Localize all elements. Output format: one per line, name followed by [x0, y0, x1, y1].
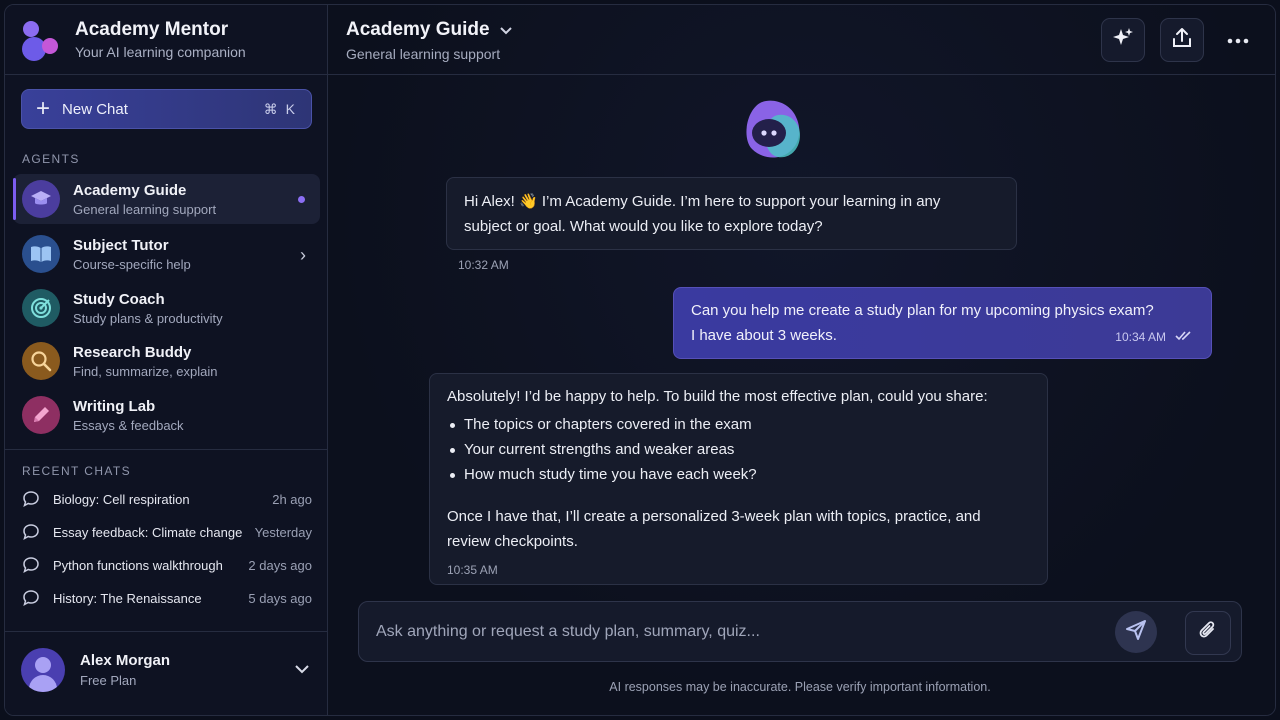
chat-bubble-icon — [22, 589, 42, 607]
recent-chat-title: Essay feedback: Climate change — [53, 524, 243, 540]
bot-message: Absolutely! I’d be happy to help. To bui… — [429, 373, 1048, 585]
chevron-right-icon: › — [300, 245, 306, 265]
recent-chat-item[interactable]: Biology: Cell respiration 2h ago — [22, 488, 312, 510]
message-timestamp: 10:32 AM — [458, 258, 509, 272]
recent-chat-time: 2h ago — [272, 491, 312, 507]
agent-item-study-coach[interactable]: Study Coach Study plans & productivity — [13, 283, 320, 333]
message-timestamp: 10:34 AM — [1115, 330, 1166, 344]
page-subtitle: General learning support — [346, 46, 501, 62]
message-bullet-list: The topics or chapters covered in the ex… — [447, 412, 1030, 487]
upload-icon — [1171, 27, 1193, 54]
agents-section-label: AGENTS — [22, 152, 80, 166]
message-text: subject or goal. What would you like to … — [464, 218, 823, 235]
user-profile-menu[interactable]: Alex Morgan Free Plan — [21, 645, 313, 695]
recent-chat-time: 5 days ago — [248, 590, 312, 606]
message-text: Hi Alex! 👋 I’m Academy Guide. I’m here t… — [464, 193, 941, 210]
pencil-icon — [22, 396, 60, 434]
attach-button[interactable] — [1185, 611, 1231, 655]
chat-bubble-icon — [22, 523, 42, 541]
user-plan: Free Plan — [80, 673, 137, 688]
chat-bubble-icon — [22, 490, 42, 508]
sparkle-button[interactable] — [1101, 18, 1145, 62]
agent-name: Subject Tutor — [73, 236, 169, 254]
agent-name: Research Buddy — [73, 343, 192, 361]
agent-desc: Find, summarize, explain — [73, 363, 218, 379]
disclaimer-text: AI responses may be inaccurate. Please v… — [609, 680, 991, 694]
share-button[interactable] — [1160, 18, 1204, 62]
brand-header: Academy Mentor Your AI learning companio… — [5, 5, 327, 75]
recent-chat-title: Python functions walkthrough — [53, 557, 223, 573]
brand-subtitle: Your AI learning companion — [75, 44, 246, 60]
agent-desc: Course-specific help — [73, 256, 191, 272]
list-item: How much study time you have each week? — [447, 462, 1030, 487]
list-item: The topics or chapters covered in the ex… — [447, 412, 1030, 437]
new-chat-shortcut: ⌘ K — [263, 100, 297, 117]
agent-item-academy-guide[interactable]: Academy Guide General learning support — [13, 174, 320, 224]
chat-header: Academy Guide General learning support — [328, 5, 1275, 75]
agent-name: Study Coach — [73, 290, 165, 308]
sidebar: Academy Mentor Your AI learning companio… — [5, 5, 328, 715]
user-name: Alex Morgan — [80, 652, 171, 669]
recent-chats-section-label: RECENT CHATS — [22, 464, 132, 478]
recent-chat-item[interactable]: Python functions walkthrough 2 days ago — [22, 554, 312, 576]
message-timestamp: 10:35 AM — [447, 563, 498, 577]
plus-icon: + — [36, 95, 51, 122]
agent-desc: Study plans & productivity — [73, 310, 223, 326]
agent-name: Writing Lab — [73, 397, 156, 415]
chat-main: Academy Guide General learning support H… — [328, 5, 1275, 715]
agent-item-writing-lab[interactable]: Writing Lab Essays & feedback — [13, 390, 320, 440]
agent-item-research-buddy[interactable]: Research Buddy Find, summarize, explain — [13, 336, 320, 386]
sidebar-divider — [5, 449, 328, 450]
message-text: Absolutely! I’d be happy to help. To bui… — [447, 388, 988, 405]
avatar — [21, 648, 65, 692]
agent-desc: General learning support — [73, 201, 217, 217]
target-icon — [22, 289, 60, 327]
agent-avatar-icon — [738, 97, 808, 167]
message-meta: 10:34 AM — [1115, 325, 1193, 350]
page-title: Academy Guide — [346, 19, 490, 40]
app-window: Academy Mentor Your AI learning companio… — [4, 4, 1276, 716]
message-composer — [358, 601, 1242, 662]
double-check-icon — [1175, 325, 1193, 350]
agent-item-subject-tutor[interactable]: Subject Tutor Course-specific help › — [13, 229, 320, 279]
bot-message: Hi Alex! 👋 I’m Academy Guide. I’m here t… — [446, 177, 1017, 250]
user-message: Can you help me create a study plan for … — [673, 287, 1212, 359]
book-icon — [22, 235, 60, 273]
recent-chat-title: History: The Renaissance — [53, 590, 202, 606]
recent-chat-item[interactable]: History: The Renaissance 5 days ago — [22, 587, 312, 609]
graduation-cap-icon — [22, 180, 60, 218]
active-indicator-dot — [298, 196, 305, 203]
message-input[interactable] — [376, 616, 1096, 648]
send-icon — [1125, 619, 1147, 646]
agent-desc: Essays & feedback — [73, 417, 184, 433]
sidebar-divider — [5, 631, 328, 632]
recent-chat-title: Biology: Cell respiration — [53, 491, 190, 507]
agent-switcher[interactable]: Academy Guide — [346, 19, 512, 41]
list-item: Your current strengths and weaker areas — [447, 437, 1030, 462]
new-chat-label: New Chat — [62, 100, 128, 118]
message-text: Once I have that, I’ll create a personal… — [447, 508, 981, 525]
brand-logo-icon — [22, 20, 60, 61]
recent-chat-item[interactable]: Essay feedback: Climate change Yesterday — [22, 521, 312, 543]
new-chat-button[interactable]: + New Chat ⌘ K — [21, 89, 312, 129]
message-text: review checkpoints. — [447, 533, 578, 550]
paperclip-icon — [1197, 620, 1219, 647]
more-options-icon[interactable] — [1227, 27, 1249, 50]
message-text: Can you help me create a study plan for … — [691, 302, 1154, 319]
chevron-down-icon — [499, 23, 512, 38]
recent-chat-time: Yesterday — [254, 524, 312, 540]
sparkle-icon — [1111, 26, 1135, 55]
recent-chat-time: 2 days ago — [248, 557, 312, 573]
agent-name: Academy Guide — [73, 181, 187, 199]
chevron-down-icon — [295, 661, 309, 679]
chat-bubble-icon — [22, 556, 42, 574]
search-icon — [22, 342, 60, 380]
brand-title: Academy Mentor — [75, 19, 229, 40]
send-button[interactable] — [1115, 611, 1157, 653]
